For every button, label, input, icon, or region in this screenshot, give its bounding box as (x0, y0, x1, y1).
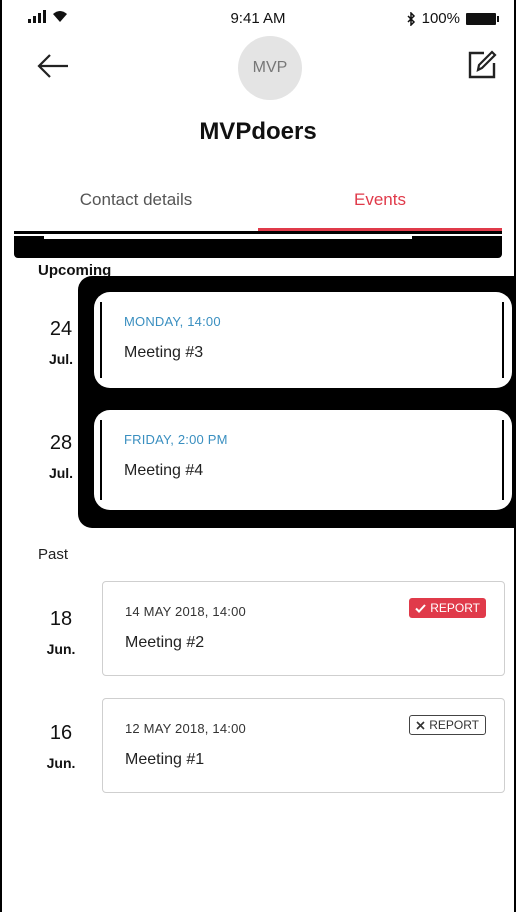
tab-events[interactable]: Events (258, 180, 502, 232)
status-right: 100% (406, 10, 499, 27)
event-datetime: MONDAY, 14:00 (124, 314, 221, 329)
event-name: Meeting #1 (125, 751, 205, 768)
section-past-label: Past (38, 546, 69, 563)
tab-contact-details[interactable]: Contact details (14, 180, 258, 232)
page-title: MVPdoers (199, 118, 317, 145)
event-datetime: FRIDAY, 2:00 PM (124, 432, 228, 447)
event-name: Meeting #2 (125, 634, 205, 651)
event-card-meeting-3[interactable]: MONDAY, 14:00 Meeting #3 (94, 292, 512, 388)
event-card-meeting-4[interactable]: FRIDAY, 2:00 PM Meeting #4 (94, 410, 512, 510)
battery-percent: 100% (421, 10, 460, 27)
event-day: 24 (49, 318, 73, 340)
report-badge-done[interactable]: REPORT (409, 598, 486, 618)
status-bar: 9:41 AM 100% (2, 0, 514, 40)
report-label: REPORT (429, 718, 479, 732)
event-datetime: 12 MAY 2018, 14:00 (125, 721, 246, 736)
event-date: 24 Jul. (36, 318, 86, 367)
event-month: Jul. (48, 351, 74, 367)
event-month: Jun. (46, 641, 76, 657)
phone-screen: 9:41 AM 100% MVP MVPdoers Contact detail… (0, 0, 516, 912)
battery-icon (466, 12, 499, 25)
event-date: 28 Jul. (36, 432, 86, 481)
event-month: Jul. (48, 465, 74, 481)
report-badge-todo[interactable]: REPORT (409, 715, 486, 735)
tab-shadow (14, 236, 502, 258)
event-month: Jun. (46, 755, 76, 771)
event-date: 16 Jun. (36, 722, 86, 771)
check-icon (415, 603, 426, 613)
tab-divider (14, 231, 502, 234)
bluetooth-icon (407, 11, 415, 26)
event-name: Meeting #4 (124, 462, 204, 479)
x-icon (416, 720, 425, 730)
avatar: MVP (238, 36, 302, 100)
edit-icon[interactable] (464, 48, 498, 82)
event-card-meeting-2[interactable]: 14 MAY 2018, 14:00 Meeting #2 REPORT (102, 581, 505, 676)
event-datetime: 14 MAY 2018, 14:00 (125, 604, 246, 619)
tab-bar: Contact details Events (14, 180, 502, 232)
event-day: 18 (49, 608, 73, 630)
event-card-meeting-1[interactable]: 12 MAY 2018, 14:00 Meeting #1 REPORT (102, 698, 505, 793)
event-date: 18 Jun. (36, 608, 86, 657)
event-name: Meeting #3 (124, 344, 204, 361)
event-day: 28 (49, 432, 73, 454)
report-label: REPORT (430, 601, 480, 615)
event-day: 16 (49, 722, 73, 744)
back-arrow-icon[interactable] (36, 52, 72, 80)
